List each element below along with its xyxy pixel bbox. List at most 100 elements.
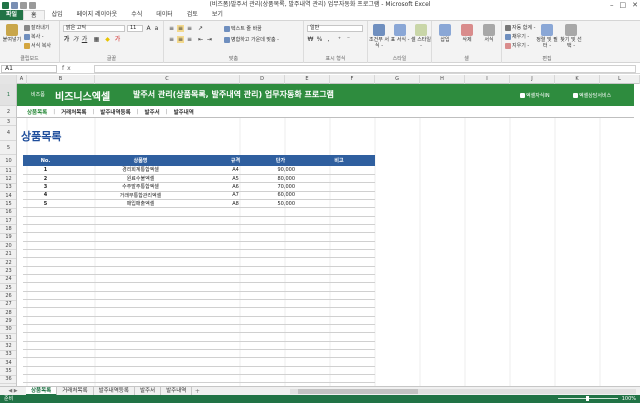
cell-product[interactable]	[68, 257, 213, 267]
scroll-thumb[interactable]	[298, 389, 418, 394]
cell-note[interactable]	[303, 191, 375, 200]
row-header[interactable]: 29	[0, 317, 16, 326]
cell-note[interactable]	[303, 216, 375, 225]
zoom-knob[interactable]	[586, 396, 589, 401]
cell-product[interactable]: 거래부통합관리엑셀	[68, 191, 213, 200]
row-header[interactable]: 33	[0, 351, 16, 360]
cell-note[interactable]	[303, 207, 375, 217]
col-product-header[interactable]: 상품명	[68, 155, 213, 166]
bold-icon[interactable]: 가	[63, 36, 70, 43]
row-header[interactable]: 10	[0, 155, 16, 167]
cell-product[interactable]	[68, 291, 213, 301]
cell-spec[interactable]	[213, 216, 258, 225]
cell-note[interactable]	[303, 282, 375, 292]
row-header[interactable]: 19	[0, 234, 16, 243]
nav-product-list[interactable]: 상품목록	[27, 108, 47, 116]
row-header[interactable]: 22	[0, 259, 16, 268]
cell-product[interactable]	[68, 241, 213, 250]
clear-button[interactable]: 지우기 -	[505, 42, 529, 49]
cell-product[interactable]	[68, 249, 213, 259]
cut-button[interactable]: 잘라내기	[24, 24, 49, 31]
cell-styles-button[interactable]: 셀 스타일 -	[411, 24, 431, 49]
add-sheet-icon[interactable]: +	[192, 388, 202, 395]
format-cells-button[interactable]: 서식	[479, 24, 499, 43]
row-header[interactable]: 16	[0, 209, 16, 218]
column-header[interactable]: B	[27, 75, 95, 84]
copy-button[interactable]: 복사 -	[24, 33, 44, 40]
cell-spec[interactable]	[213, 249, 258, 259]
cell-spec[interactable]	[213, 299, 258, 309]
cell-price[interactable]	[258, 341, 303, 351]
cell-product[interactable]	[68, 307, 213, 317]
cell-spec[interactable]	[213, 307, 258, 317]
cell-price[interactable]: 80,000	[258, 174, 303, 184]
cell-spec[interactable]	[213, 224, 258, 234]
fill-button[interactable]: 채우기 -	[505, 33, 529, 40]
tab-data[interactable]: 데이터	[149, 10, 180, 20]
cell-note[interactable]	[303, 332, 375, 342]
align-right-icon[interactable]: ≡	[186, 36, 193, 43]
cell-product[interactable]	[68, 299, 213, 309]
cell-no[interactable]	[23, 266, 68, 275]
tab-review[interactable]: 검토	[180, 10, 205, 20]
cell-product[interactable]	[68, 207, 213, 217]
insert-cells-button[interactable]: 삽입	[435, 24, 455, 43]
cell-price[interactable]	[258, 291, 303, 301]
cell-no[interactable]	[23, 216, 68, 225]
cell-note[interactable]	[303, 224, 375, 234]
cell-no[interactable]: 5	[23, 199, 68, 209]
border-icon[interactable]: ▦	[93, 36, 100, 43]
cell-note[interactable]	[303, 291, 375, 301]
column-header[interactable]: G	[375, 75, 420, 84]
underline-icon[interactable]: 가	[81, 36, 88, 43]
cell-no[interactable]	[23, 249, 68, 259]
outdent-icon[interactable]: ⇥	[206, 36, 213, 43]
row-header[interactable]: 24	[0, 276, 16, 284]
cell-no[interactable]	[23, 291, 68, 301]
cell-no[interactable]	[23, 374, 68, 384]
zoom-level[interactable]: 100%	[622, 395, 636, 403]
sort-filter-button[interactable]: 정렬 및 필터 -	[536, 24, 558, 49]
row-header[interactable]: 27	[0, 301, 16, 309]
row-header[interactable]: 25	[0, 284, 16, 293]
cell-note[interactable]	[303, 232, 375, 242]
cell-price[interactable]	[258, 257, 303, 267]
cell-spec[interactable]	[213, 207, 258, 217]
cell-price[interactable]	[258, 274, 303, 284]
cell-product[interactable]: 원료수불엑셀	[68, 174, 213, 184]
merge-center-button[interactable]: 병합하고 가운데 맞춤 -	[224, 36, 279, 43]
orientation-icon[interactable]: ↗	[197, 25, 204, 32]
cell-spec[interactable]	[213, 282, 258, 292]
tab-page-layout[interactable]: 페이지 레이아웃	[70, 10, 125, 20]
cell-price[interactable]	[258, 282, 303, 292]
cell-spec[interactable]	[213, 266, 258, 275]
cell-no[interactable]	[23, 349, 68, 359]
column-header[interactable]: J	[510, 75, 555, 84]
consulting-link[interactable]: 엑셀상담서비스	[573, 92, 611, 99]
fx-icon[interactable]: fx	[62, 65, 74, 72]
select-all-corner[interactable]	[0, 75, 17, 84]
cell-product[interactable]	[68, 324, 213, 334]
cell-spec[interactable]	[213, 232, 258, 242]
column-header[interactable]: K	[555, 75, 600, 84]
percent-icon[interactable]: %	[316, 36, 323, 43]
cell-no[interactable]	[23, 224, 68, 234]
sheet-scroll-arrows[interactable]: ◀ ▶	[0, 388, 26, 394]
cell-note[interactable]	[303, 366, 375, 376]
row-header[interactable]: 13	[0, 184, 16, 193]
align-top-icon[interactable]: ≡	[168, 25, 175, 32]
delete-cells-button[interactable]: 삭제	[457, 24, 477, 43]
align-bottom-icon[interactable]: ≡	[186, 25, 193, 32]
cell-product[interactable]	[68, 341, 213, 351]
row-header[interactable]: 15	[0, 200, 16, 209]
cell-product[interactable]	[68, 349, 213, 359]
row-header[interactable]: 1	[0, 84, 16, 106]
column-header[interactable]: H	[420, 75, 465, 84]
undo-icon[interactable]	[20, 1, 27, 9]
row-header[interactable]: 14	[0, 192, 16, 201]
row-header[interactable]: 17	[0, 217, 16, 226]
cell-price[interactable]	[258, 249, 303, 259]
row-header[interactable]: 21	[0, 251, 16, 259]
column-header[interactable]: E	[285, 75, 330, 84]
fill-color-icon[interactable]: ◆	[104, 36, 111, 43]
